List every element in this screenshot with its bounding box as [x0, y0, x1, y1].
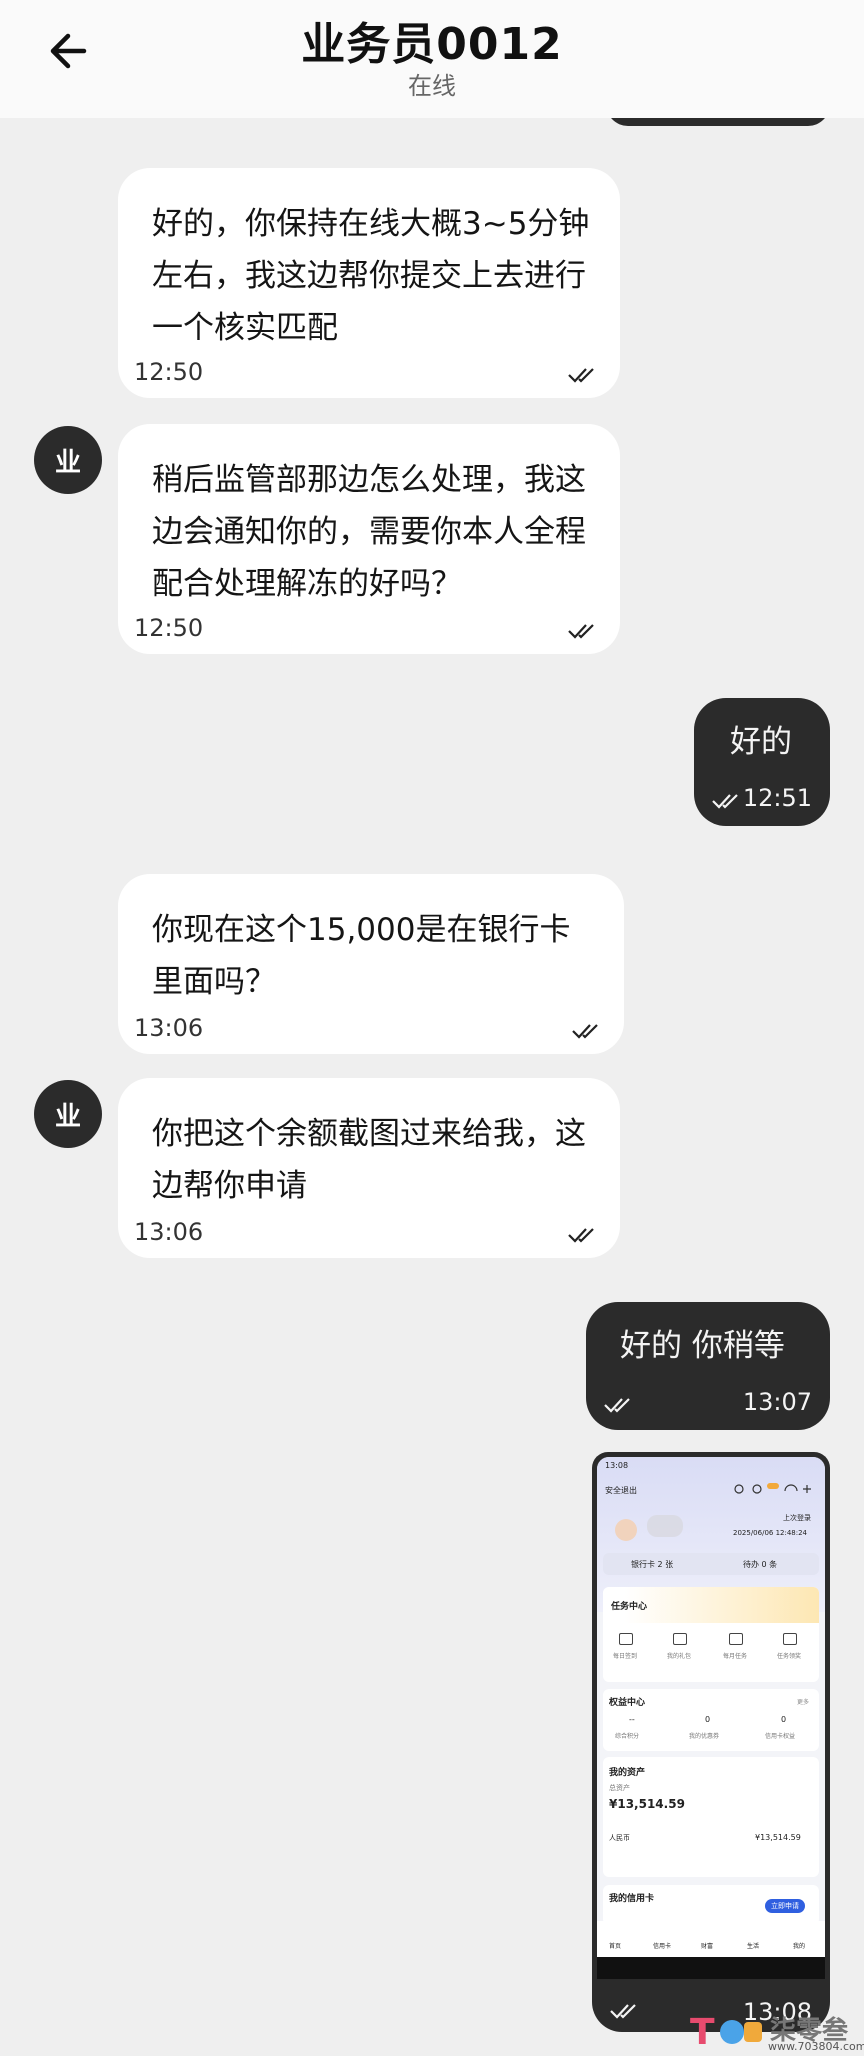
shot-total-label: 总资产 — [609, 1784, 630, 1792]
contact-name: 业务员0012 — [301, 19, 563, 70]
incoming-message[interactable]: 好的，你保持在线大概3~5分钟左右，我这边帮你提交上去进行一个核实匹配 12:5… — [118, 168, 620, 398]
read-receipt-icon — [610, 2004, 636, 2019]
shot-total-value: ¥13,514.59 — [609, 1797, 685, 1811]
shot-task-item: 我的礼包 — [667, 1653, 692, 1660]
svg-text:T: T — [690, 2012, 715, 2052]
shot-credit-button: 立即申请 — [765, 1899, 805, 1913]
shot-rights-more: 更多 — [797, 1699, 810, 1706]
shot-toolbar-icons — [734, 1483, 811, 1494]
shot-task-center: 任务中心 每日签到 我的礼包 每月任务 任务领奖 — [603, 1587, 819, 1682]
shot-rights-label: 信用卡权益 — [765, 1733, 796, 1740]
shot-credit-card: 我的信用卡 立即申请 — [603, 1885, 819, 1925]
shot-bottom-nav: 首页 信用卡 财富 生活 我的 — [597, 1921, 825, 1957]
shot-rights-value: 0 — [781, 1715, 787, 1724]
message-text: 你把这个余额截图过来给我，这边帮你申请 — [152, 1116, 586, 1204]
incoming-message[interactable]: 稍后监管部那边怎么处理，我这边会通知你的，需要你本人全程配合处理解冻的好吗？ 1… — [118, 424, 620, 654]
shot-status-time: 13:08 — [605, 1461, 629, 1470]
shot-task-icon — [619, 1633, 633, 1645]
incoming-message[interactable]: 你现在这个15,000是在银行卡里面吗？ 13:06 — [118, 874, 624, 1054]
shot-bank-card: 银行卡 2 张 — [631, 1560, 674, 1569]
agent-avatar[interactable]: 业 — [34, 426, 102, 494]
incoming-message[interactable]: 你把这个余额截图过来给我，这边帮你申请 13:06 — [118, 1078, 620, 1258]
shot-rmb-label: 人民币 — [609, 1834, 630, 1842]
outgoing-image-message[interactable]: 13:08 安全退出 上次登录 2025/06/06 12:48:24 银行卡 … — [592, 1452, 830, 2032]
shot-nav-item: 首页 — [609, 1943, 622, 1950]
message-time: 13:06 — [134, 1218, 204, 1246]
watermark-logo-icon: T — [690, 2012, 762, 2052]
message-time: 12:50 — [134, 358, 204, 386]
shot-last-login: 2025/06/06 12:48:24 — [733, 1529, 808, 1537]
read-receipt-icon — [572, 1024, 598, 1039]
watermark-url: www.703804.com — [768, 2040, 864, 2053]
shot-rmb-value: ¥13,514.59 — [755, 1833, 801, 1842]
message-time: 13:07 — [742, 1388, 812, 1416]
shot-rights-title: 权益中心 — [609, 1698, 646, 1708]
shot-rights-card: 权益中心 更多 -- 0 0 综合积分 我的优惠券 信用卡权益 — [603, 1689, 819, 1751]
read-receipt-icon — [568, 1228, 594, 1243]
shot-task-item: 任务领奖 — [777, 1653, 802, 1660]
agent-avatar[interactable]: 业 — [34, 1080, 102, 1148]
outgoing-message[interactable]: 好的 你稍等 13:07 — [586, 1302, 830, 1430]
shot-task-item: 每日签到 — [613, 1653, 638, 1660]
shot-logout: 安全退出 — [605, 1486, 637, 1495]
read-receipt-icon — [604, 1398, 630, 1413]
message-text: 稍后监管部那边怎么处理，我这边会通知你的，需要你本人全程配合处理解冻的好吗？ — [152, 462, 586, 602]
shot-nav-item: 生活 — [747, 1943, 760, 1950]
shot-nav-item: 财富 — [701, 1943, 714, 1950]
shot-blurred-name — [647, 1515, 683, 1537]
read-receipt-icon — [712, 794, 738, 809]
shot-last-login-label: 上次登录 — [783, 1514, 811, 1522]
online-status: 在线 — [408, 72, 456, 100]
shot-user-avatar — [615, 1519, 637, 1541]
shot-assets-title: 我的资产 — [609, 1768, 646, 1778]
shot-task-icon — [729, 1633, 743, 1645]
shot-nav-item: 信用卡 — [653, 1943, 672, 1950]
shot-rights-label: 我的优惠券 — [689, 1733, 720, 1740]
message-text: 好的，你保持在线大概3~5分钟左右，我这边帮你提交上去进行一个核实匹配 — [152, 206, 590, 346]
read-receipt-icon — [568, 368, 594, 383]
shot-task-title: 任务中心 — [611, 1602, 648, 1612]
shot-assets-card: 我的资产 总资产 ¥13,514.59 人民币 ¥13,514.59 — [603, 1757, 819, 1877]
message-text: 你现在这个15,000是在银行卡里面吗？ — [152, 912, 571, 1000]
shot-rights-value: -- — [629, 1715, 635, 1724]
outgoing-message[interactable]: 好的 12:51 — [694, 698, 830, 826]
message-text: 好的 你稍等 — [620, 1328, 785, 1364]
banking-app-screenshot[interactable]: 13:08 安全退出 上次登录 2025/06/06 12:48:24 银行卡 … — [597, 1457, 825, 1957]
shot-nav-item: 我的 — [793, 1943, 806, 1950]
shot-rights-label: 综合积分 — [615, 1733, 640, 1740]
message-text: 好的 — [730, 724, 792, 760]
read-receipt-icon — [568, 624, 594, 639]
message-time: 12:51 — [742, 784, 812, 812]
shot-pending: 待办 0 条 — [743, 1560, 778, 1569]
shot-task-icon — [673, 1633, 687, 1645]
chat-header: 业务员0012 在线 — [0, 0, 864, 118]
shot-task-item: 每月任务 — [723, 1653, 748, 1660]
shot-task-icon — [783, 1633, 797, 1645]
shot-system-nav-bar — [597, 1957, 825, 1979]
shot-credit-title: 我的信用卡 — [609, 1894, 655, 1904]
message-time: 12:50 — [134, 614, 204, 642]
message-time: 13:06 — [134, 1014, 204, 1042]
shot-rights-value: 0 — [705, 1715, 711, 1724]
